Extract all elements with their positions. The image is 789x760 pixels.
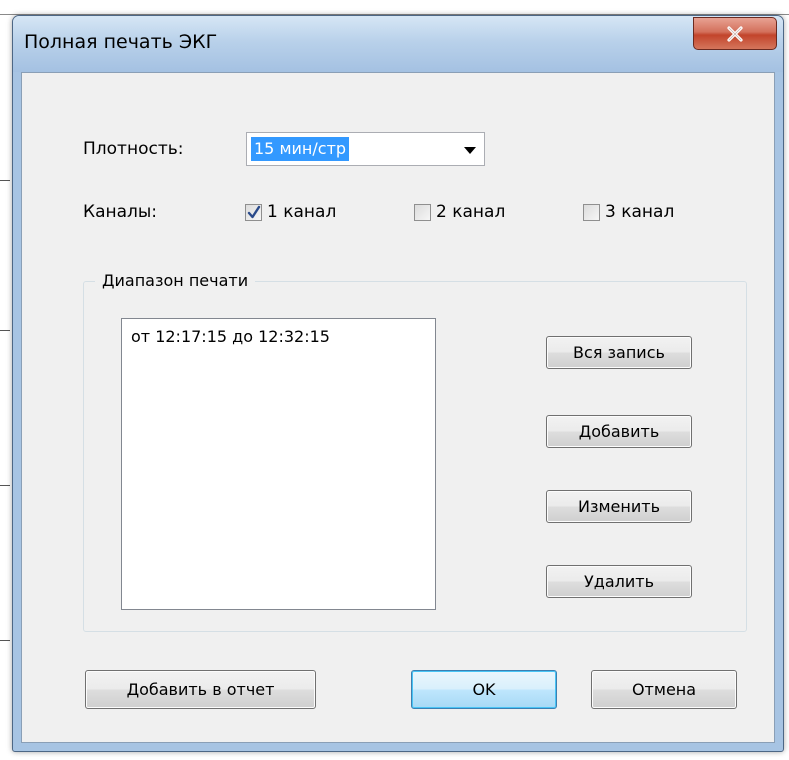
ecg-gridline	[0, 330, 10, 331]
print-range-group: Диапазон печати от 12:17:15 до 12:32:15 …	[83, 271, 747, 632]
print-range-list[interactable]: от 12:17:15 до 12:32:15	[121, 318, 436, 610]
dialog-client-area: Плотность: 15 мин/стр Каналы: 1 канал 2 …	[21, 72, 775, 743]
checkbox-box[interactable]	[414, 203, 431, 221]
checkbox-box[interactable]	[583, 203, 600, 221]
density-label: Плотность:	[83, 139, 184, 159]
checkmark-icon	[247, 205, 261, 218]
edit-range-button[interactable]: Изменить	[546, 490, 692, 523]
cancel-button[interactable]: Отмена	[591, 670, 737, 709]
channel-2-label: 2 канал	[436, 202, 506, 222]
close-icon	[727, 25, 743, 42]
channel-1-label: 1 канал	[267, 202, 337, 222]
channel-2-checkbox[interactable]: 2 канал	[414, 202, 505, 222]
checkbox-box[interactable]	[245, 203, 262, 221]
ecg-gridline	[0, 640, 10, 641]
print-range-legend: Диапазон печати	[95, 271, 256, 290]
title-bar[interactable]: Полная печать ЭКГ	[13, 16, 783, 72]
chevron-down-icon[interactable]	[464, 147, 476, 154]
channel-1-checkbox[interactable]: 1 канал	[245, 202, 336, 222]
density-selected-value: 15 мин/стр	[251, 137, 350, 161]
channels-label: Каналы:	[83, 202, 158, 222]
channel-3-checkbox[interactable]: 3 канал	[583, 202, 674, 222]
density-select[interactable]: 15 мин/стр	[246, 132, 485, 166]
all-record-button[interactable]: Вся запись	[546, 336, 692, 369]
close-button[interactable]	[693, 17, 777, 50]
list-item[interactable]: от 12:17:15 до 12:32:15	[131, 327, 330, 346]
ecg-gridline	[0, 180, 10, 181]
window-title: Полная печать ЭКГ	[24, 31, 218, 53]
add-to-report-button[interactable]: Добавить в отчет	[85, 670, 316, 709]
print-ecg-dialog: Полная печать ЭКГ Плотность: 15 мин/стр …	[12, 15, 784, 752]
delete-range-button[interactable]: Удалить	[546, 565, 692, 598]
add-range-button[interactable]: Добавить	[546, 415, 692, 448]
channel-3-label: 3 канал	[605, 202, 675, 222]
ecg-gridline	[0, 485, 10, 486]
ok-button[interactable]: OK	[411, 670, 557, 709]
